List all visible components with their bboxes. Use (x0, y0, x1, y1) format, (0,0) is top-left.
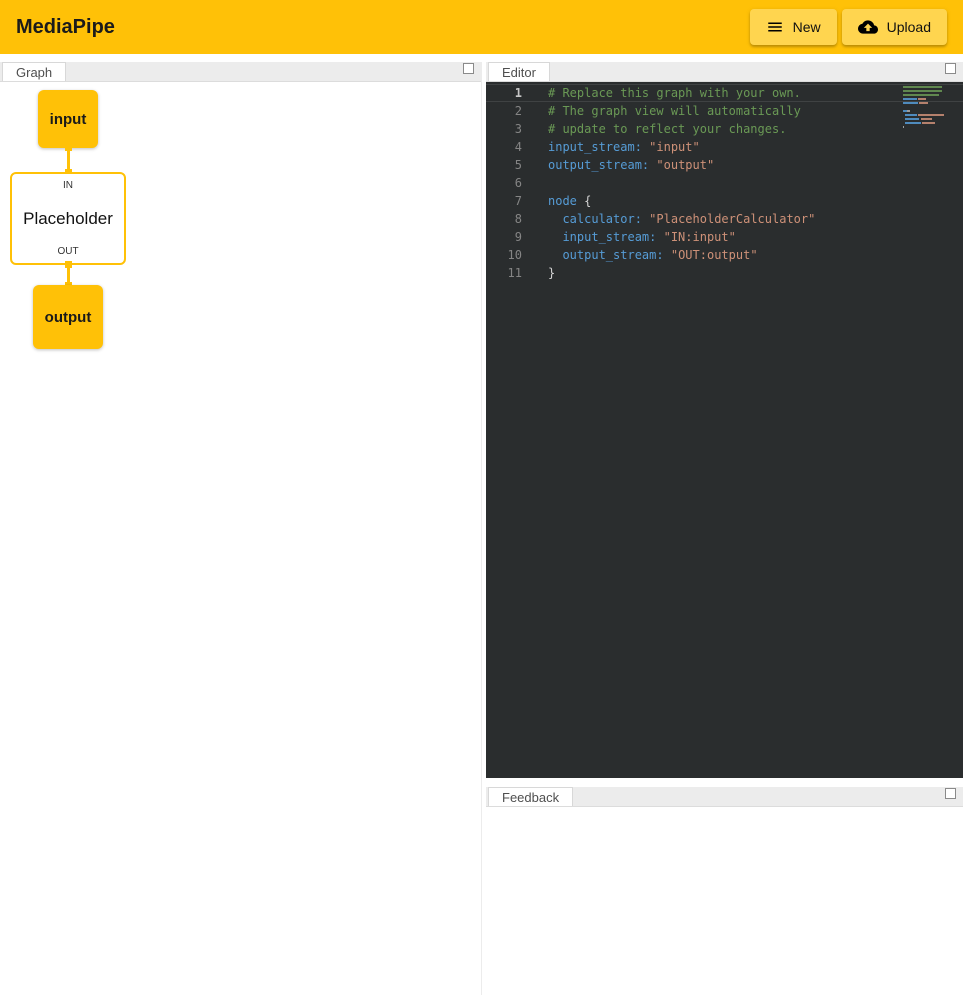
upload-button[interactable]: Upload (842, 9, 947, 45)
code-line[interactable]: 7node { (486, 192, 963, 210)
tab-feedback[interactable]: Feedback (488, 787, 573, 806)
code-line[interactable]: 6 (486, 174, 963, 192)
popout-icon-feedback[interactable] (945, 788, 956, 799)
popout-icon-graph[interactable] (463, 63, 474, 74)
placeholder-out-port: OUT (57, 246, 78, 257)
code-line[interactable]: 2# The graph view will automatically (486, 102, 963, 120)
code-line[interactable]: 10 output_stream: "OUT:output" (486, 246, 963, 264)
app-header: MediaPipe New Upload (0, 0, 963, 54)
menu-icon (766, 18, 784, 36)
editor-panel: Editor 1# Replace this graph with your o… (486, 62, 963, 779)
code-line[interactable]: 8 calculator: "PlaceholderCalculator" (486, 210, 963, 228)
port-connector-icon (65, 144, 72, 151)
graph-tabstrip: Graph (0, 62, 481, 82)
graph-canvas[interactable]: input IN Placeholder OUT output (0, 82, 481, 994)
new-button-label: New (793, 19, 821, 35)
popout-icon-editor[interactable] (945, 63, 956, 74)
graph-node-output[interactable]: output (33, 285, 103, 349)
graph-node-input[interactable]: input (38, 90, 98, 148)
mediapipe-visualizer: MediaPipe New Upload Graph input (0, 0, 963, 995)
code-line[interactable]: 1# Replace this graph with your own. (486, 84, 963, 102)
placeholder-in-port: IN (63, 180, 73, 191)
code-lines: 1# Replace this graph with your own.2# T… (486, 82, 963, 282)
code-line[interactable]: 4input_stream: "input" (486, 138, 963, 156)
header-buttons: New Upload (750, 9, 947, 45)
tab-graph[interactable]: Graph (2, 62, 66, 81)
code-line[interactable]: 9 input_stream: "IN:input" (486, 228, 963, 246)
placeholder-title: Placeholder (23, 209, 113, 229)
editor-tabstrip: Editor (486, 62, 963, 82)
feedback-content (486, 807, 963, 994)
code-line[interactable]: 11} (486, 264, 963, 282)
graph-panel: Graph input IN Placeholder OUT output (0, 62, 482, 995)
code-line[interactable]: 3# update to reflect your changes. (486, 120, 963, 138)
graph-node-placeholder[interactable]: IN Placeholder OUT (10, 172, 126, 265)
cloud-upload-icon (858, 17, 878, 37)
code-line[interactable]: 5output_stream: "output" (486, 156, 963, 174)
new-button[interactable]: New (750, 9, 837, 45)
edge-wire (67, 151, 70, 169)
code-editor[interactable]: 1# Replace this graph with your own.2# T… (486, 82, 963, 778)
tab-editor[interactable]: Editor (488, 62, 550, 81)
port-connector-icon (65, 261, 72, 268)
app-title: MediaPipe (16, 16, 115, 39)
edge-wire (67, 268, 70, 282)
upload-button-label: Upload (887, 19, 931, 35)
minimap[interactable] (903, 86, 949, 130)
feedback-panel: Feedback (486, 787, 963, 995)
feedback-tabstrip: Feedback (486, 787, 963, 807)
